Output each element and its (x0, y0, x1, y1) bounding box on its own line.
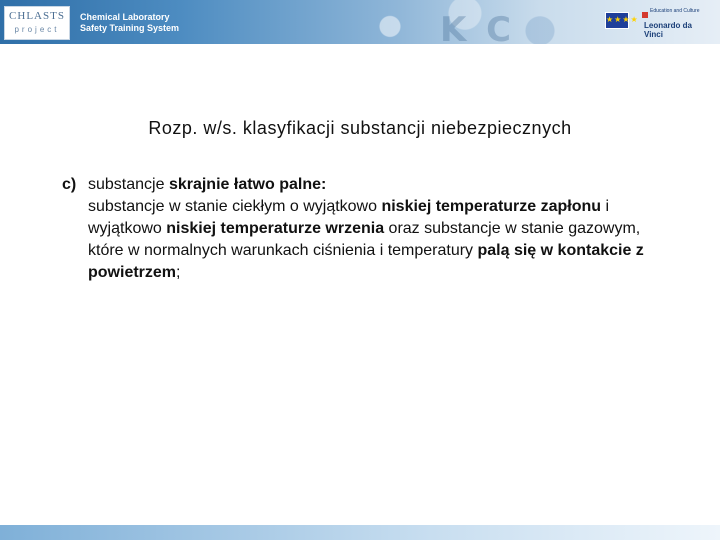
ldv-name: Leonardo da Vinci (644, 21, 693, 39)
eu-stars: ★★★★ (606, 15, 639, 24)
eu-flag-icon: ★★★★ (605, 12, 639, 29)
slide-heading: Rozp. w/s. klasyfikacji substancji niebe… (148, 118, 572, 138)
logo-top-text: CHLASTS (9, 10, 65, 22)
item-emphasis: niskiej temperaturze zapłonu (381, 198, 602, 215)
item-text: ; (176, 264, 181, 281)
item-first-line-bold: skrajnie łatwo palne: (168, 176, 327, 193)
chlasts-logo: CHLASTS project (4, 6, 70, 40)
banner-title-line1: Chemical Laboratory (80, 12, 170, 22)
item-first-line: substancje skrajnie łatwo palne: (88, 174, 662, 196)
item-text: substancje w stanie ciekłym o wyjątkowo (88, 198, 382, 215)
item-marker: c) (62, 176, 77, 193)
header-banner: K C CHLASTS project Chemical Laboratory … (0, 0, 720, 44)
banner-title: Chemical Laboratory Safety Training Syst… (80, 12, 179, 34)
item-first-line-plain: substancje (88, 176, 169, 193)
ldv-subtitle: Education and Culture (650, 8, 700, 14)
footer-strip (0, 525, 720, 540)
item-body: substancje skrajnie łatwo palne: substan… (88, 174, 662, 284)
leonardo-da-vinci-logo: Education and Culture Leonardo da Vinci (640, 8, 712, 39)
banner-title-line2: Safety Training System (80, 23, 180, 33)
item-emphasis: niskiej temperaturze wrzenia (166, 220, 385, 237)
banner-formula-decoration: K C (440, 10, 516, 44)
logo-bottom-text: project (14, 25, 60, 34)
item-description: substancje w stanie ciekłym o wyjątkowo … (88, 196, 662, 284)
ldv-mark-icon (642, 12, 648, 18)
